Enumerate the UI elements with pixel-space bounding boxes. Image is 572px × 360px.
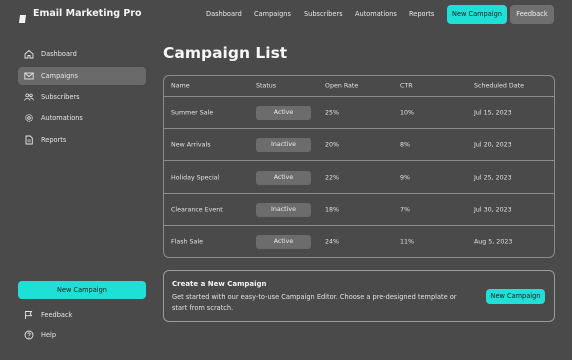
ctr: 7% xyxy=(400,206,410,213)
scheduled-date: Jul 30, 2023 xyxy=(474,206,512,213)
help-icon xyxy=(24,330,34,340)
scheduled-date: Jul 20, 2023 xyxy=(474,141,512,148)
app-title: Email Marketing Pro xyxy=(33,8,142,19)
ctr: 10% xyxy=(400,109,414,116)
status-badge: Active xyxy=(256,235,311,249)
table-row[interactable]: New Arrivals Inactive 20% 8% Jul 20, 202… xyxy=(164,129,554,161)
column-header-status: Status xyxy=(256,82,277,90)
ctr: 9% xyxy=(400,174,410,181)
cta-description: Get started with our easy-to-use Campaig… xyxy=(172,293,457,312)
sidebar-new-campaign-button[interactable]: New Campaign xyxy=(18,281,146,299)
sidebar-item-help[interactable]: Help xyxy=(18,326,146,344)
ctr: 11% xyxy=(400,238,414,246)
status-badge: Active xyxy=(256,170,311,185)
open-rate: 18% xyxy=(325,206,339,213)
sidebar-item-subscribers[interactable]: Subscribers xyxy=(18,88,146,106)
sidebar-item-label: Dashboard xyxy=(41,50,77,58)
home-icon xyxy=(24,49,34,59)
ctr: 8% xyxy=(400,141,410,148)
campaign-name: Clearance Event xyxy=(171,206,223,213)
sidebar-item-label: Subscribers xyxy=(41,93,80,101)
table-header: Name Status Open Rate CTR Scheduled Date xyxy=(164,76,554,97)
campaign-name: Flash Sale xyxy=(171,238,203,246)
sidebar-item-label: Help xyxy=(41,331,57,339)
column-header-name: Name xyxy=(171,82,190,90)
campaign-table: Name Status Open Rate CTR Scheduled Date… xyxy=(163,75,555,258)
column-header-ctr: CTR xyxy=(400,82,413,90)
document-icon xyxy=(24,135,34,145)
sidebar-item-campaigns[interactable]: Campaigns xyxy=(18,67,146,85)
nav-dashboard[interactable]: Dashboard xyxy=(206,10,242,18)
column-header-open-rate: Open Rate xyxy=(325,82,359,90)
open-rate: 20% xyxy=(325,141,339,148)
scheduled-date: Jul 25, 2023 xyxy=(474,174,512,181)
sidebar-item-label: Reports xyxy=(41,136,67,144)
top-bar: Email Marketing Pro Dashboard Campaigns … xyxy=(0,0,572,30)
status-badge: Inactive xyxy=(256,137,311,152)
sidebar-item-automations[interactable]: Automations xyxy=(18,109,146,127)
feedback-button[interactable]: Feedback xyxy=(510,5,554,24)
users-icon xyxy=(24,92,34,102)
column-header-scheduled-date: Scheduled Date xyxy=(474,82,524,90)
sidebar-item-label: Feedback xyxy=(41,311,73,319)
mail-icon xyxy=(24,71,34,81)
scheduled-date: Jul 15, 2023 xyxy=(474,109,512,116)
table-row[interactable]: Flash Sale Active 24% 11% Aug 5, 2023 xyxy=(164,226,554,257)
nav-automations[interactable]: Automations xyxy=(355,10,397,18)
cta-title: Create a New Campaign xyxy=(172,280,267,288)
table-row[interactable]: Holiday Special Active 22% 9% Jul 25, 20… xyxy=(164,162,554,194)
sidebar-item-feedback[interactable]: Feedback xyxy=(18,306,146,324)
campaign-name: New Arrivals xyxy=(171,141,211,148)
status-badge: Active xyxy=(256,105,311,120)
campaign-name: Holiday Special xyxy=(171,174,220,181)
status-badge: Inactive xyxy=(256,202,311,217)
gear-icon xyxy=(24,113,34,123)
open-rate: 24% xyxy=(325,238,339,246)
brand[interactable]: Email Marketing Pro xyxy=(18,8,142,23)
top-new-campaign-button[interactable]: New Campaign xyxy=(447,5,507,24)
create-campaign-card: Create a New Campaign Get started with o… xyxy=(163,270,555,322)
sidebar-item-dashboard[interactable]: Dashboard xyxy=(18,45,146,63)
open-rate: 22% xyxy=(325,174,339,181)
nav-campaigns[interactable]: Campaigns xyxy=(254,10,291,18)
table-row[interactable]: Clearance Event Inactive 18% 7% Jul 30, … xyxy=(164,194,554,226)
app-logo-icon xyxy=(18,9,27,23)
nav-subscribers[interactable]: Subscribers xyxy=(304,10,343,18)
feedback-icon xyxy=(24,310,34,320)
campaign-name: Summer Sale xyxy=(171,109,214,116)
page-title: Campaign List xyxy=(163,44,288,62)
sidebar-item-label: Campaigns xyxy=(41,72,78,80)
cta-new-campaign-button[interactable]: New Campaign xyxy=(486,289,545,304)
scheduled-date: Aug 5, 2023 xyxy=(474,238,513,246)
nav-reports[interactable]: Reports xyxy=(409,10,434,18)
sidebar-item-label: Automations xyxy=(41,114,83,122)
sidebar-item-reports[interactable]: Reports xyxy=(18,131,146,149)
table-row[interactable]: Summer Sale Active 25% 10% Jul 15, 2023 xyxy=(164,97,554,129)
open-rate: 25% xyxy=(325,109,339,116)
